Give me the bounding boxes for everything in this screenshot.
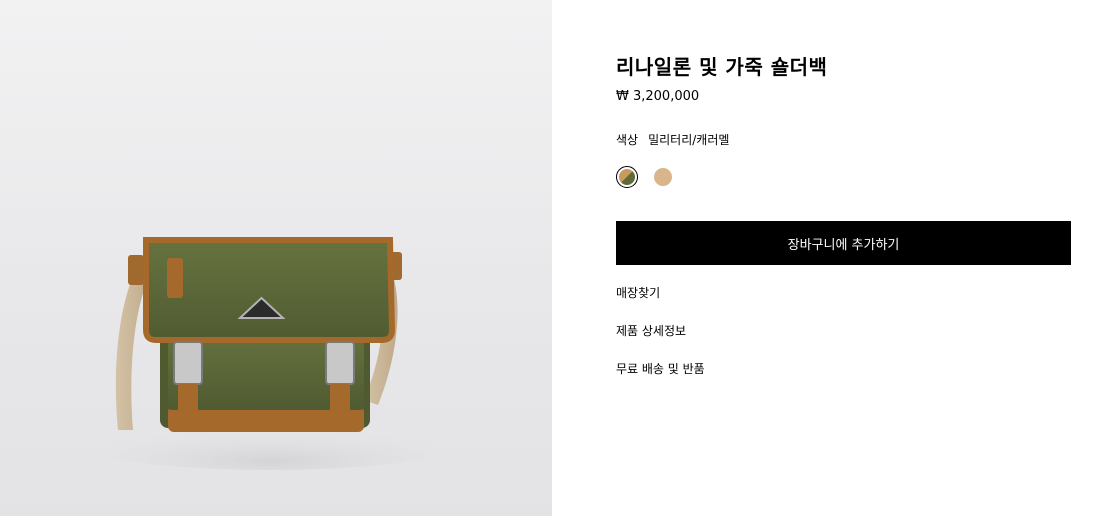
swatch-military-caramel[interactable] [616,166,638,188]
swatch-camel[interactable] [652,166,674,188]
info-links: 매장찾기 제품 상세정보 무료 배송 및 반품 [616,285,705,399]
color-value: 밀리터리/캐러멜 [648,133,730,147]
product-price: ₩ 3,200,000 [616,89,700,104]
product-image-panel [0,0,552,516]
product-details-link[interactable]: 제품 상세정보 [616,323,705,361]
color-swatches [616,166,674,188]
add-to-cart-button[interactable]: 장바구니에 추가하기 [616,221,1071,265]
shipping-returns-link[interactable]: 무료 배송 및 반품 [616,361,705,399]
color-row: 색상 밀리터리/캐러멜 [616,131,729,148]
product-title: 리나일론 및 가죽 숄더백 [616,55,828,79]
product-page: 리나일론 및 가죽 숄더백 ₩ 3,200,000 색상 밀리터리/캐러멜 장바… [0,0,1111,516]
product-image[interactable] [0,0,552,516]
product-info-panel: 리나일론 및 가죽 숄더백 ₩ 3,200,000 색상 밀리터리/캐러멜 장바… [552,0,1111,516]
swatch-camel-dot [654,168,672,186]
store-finder-link[interactable]: 매장찾기 [616,285,705,323]
swatch-military-caramel-dot [619,169,635,185]
color-label: 색상 [616,133,639,147]
